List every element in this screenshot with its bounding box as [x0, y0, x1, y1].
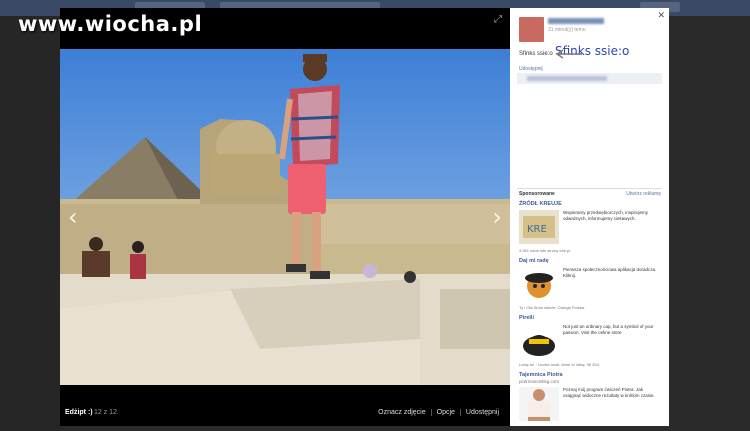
ad-item[interactable]: Tajemnica Piotra piotrmusclebkg.com Pozn…	[519, 372, 661, 423]
ad-item[interactable]: ŹRÓDŁ KREUJE KRE Wspieramy przedsiębiorc…	[519, 201, 661, 253]
photo-caption-bar: Edżipt :) 12 z 12 Oznacz zdjęcie Opcje U…	[60, 396, 510, 426]
ad-like-info: Ty i Ola Stula lubicie: Orange Polska.	[519, 305, 586, 310]
avatar[interactable]	[519, 17, 544, 42]
photo-counter: 12 z 12	[94, 409, 117, 416]
likes-text-blurred	[527, 76, 607, 81]
ad-text: Not just an ordinary cap, but a symbol o…	[563, 324, 654, 336]
post-text: Sfinks ssie:o	[519, 51, 553, 57]
ad-item[interactable]: Pirelli Not just an ordinary cap, but a …	[519, 315, 661, 367]
album-title-link[interactable]: Edżipt :)	[65, 409, 93, 416]
ad-image[interactable]	[519, 324, 559, 358]
share-photo-link[interactable]: Udostępnij	[459, 409, 504, 416]
sphinx-photo-illustration	[60, 49, 510, 385]
previous-photo-arrow[interactable]: ‹	[68, 203, 78, 231]
likes-bar	[517, 73, 662, 84]
poster-name-blurred[interactable]	[548, 18, 604, 24]
divider	[517, 188, 662, 189]
ad-title[interactable]: Tajemnica Piotra	[519, 372, 661, 378]
ad-text: Wspieramy przedsiębiorczych, inspirujemy…	[563, 210, 649, 222]
ad-image[interactable]: KRE	[519, 210, 559, 244]
ad-domain: piotrmusclebkg.com	[519, 379, 560, 384]
ad-text: Pierwsza społecznościowa aplikacja dorad…	[563, 267, 657, 279]
fullscreen-icon[interactable]: ⤢	[494, 14, 502, 25]
tag-photo-link[interactable]: Oznacz zdjęcie	[373, 409, 430, 416]
ad-item[interactable]: Daj mi radę Pierwsza społecznościowa apl…	[519, 258, 661, 310]
svg-text:KRE: KRE	[527, 224, 547, 235]
next-photo-arrow[interactable]: ›	[492, 203, 502, 231]
ad-image[interactable]	[519, 267, 559, 301]
ad-title[interactable]: Pirelli	[519, 315, 661, 321]
annotation-arrow	[555, 49, 582, 59]
close-icon[interactable]: ✕	[657, 10, 665, 21]
photo	[60, 49, 510, 385]
create-ad-link[interactable]: Utwórz reklamę	[626, 191, 661, 197]
background-page	[0, 16, 60, 431]
photo-side-panel: ✕ 31 minut(y) temu Sfinks ssie:o Udostęp…	[510, 8, 669, 426]
sponsored-header: Sponsorowane Utwórz reklamę	[519, 191, 661, 197]
ad-title[interactable]: ŹRÓDŁ KREUJE	[519, 201, 661, 207]
ad-like-info: 4 961 osób lubi stronę bzk.pl.	[519, 248, 572, 253]
watermark: www.wiocha.pl	[18, 12, 203, 36]
share-link[interactable]: Udostępnij	[519, 66, 543, 72]
ad-text: Poznaj mój program ćwiczeń Piotra. Jak o…	[563, 387, 655, 399]
options-link[interactable]: Opcje	[430, 409, 460, 416]
ad-title[interactable]: Daj mi radę	[519, 258, 661, 264]
ad-like-info: Lubię to! · Liczba osób, które to lubią:…	[519, 362, 600, 367]
post-timestamp[interactable]: 31 minut(y) temu	[548, 27, 586, 33]
photo-viewer: ⤢ ‹ › Edżipt:) 12 z 12 Oznacz zdjęcie O…	[60, 8, 510, 426]
sponsored-label: Sponsorowane	[519, 191, 555, 197]
photo-actions: Oznacz zdjęcie Opcje Udostępnij	[373, 409, 504, 416]
ad-image[interactable]	[519, 387, 559, 421]
